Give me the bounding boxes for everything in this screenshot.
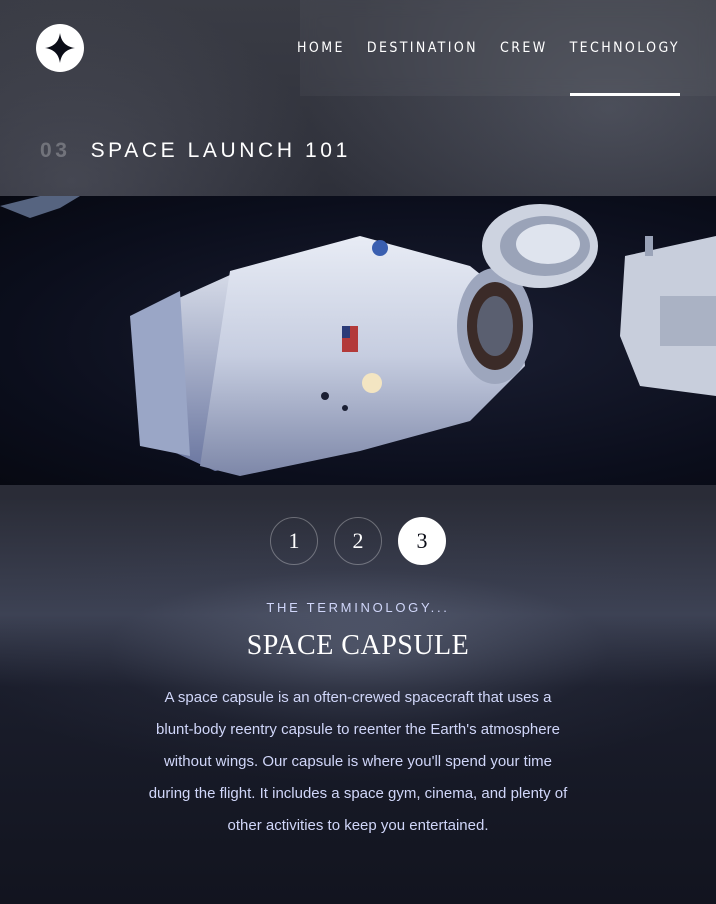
nav-destination[interactable]: DESTINATION <box>367 0 478 96</box>
step-selector: 1 2 3 <box>0 517 716 565</box>
star-icon <box>45 33 75 63</box>
nav-home[interactable]: HOME <box>297 0 345 96</box>
step-button-1[interactable]: 1 <box>270 517 318 565</box>
primary-nav: HOME DESTINATION CREW TECHNOLOGY <box>297 0 681 96</box>
page-number: 03 <box>40 139 71 162</box>
nav-crew[interactable]: CREW <box>500 0 548 96</box>
page-title: SPACE LAUNCH 101 <box>90 139 351 162</box>
capsule-illustration <box>0 196 716 476</box>
space-capsule-image <box>0 196 716 485</box>
logo[interactable] <box>36 24 84 72</box>
step-button-3[interactable]: 3 <box>398 517 446 565</box>
terminology-eyebrow: THE TERMINOLOGY... <box>266 600 450 615</box>
technology-description: A space capsule is an often-crewed space… <box>148 689 568 834</box>
technology-name: SPACE CAPSULE <box>246 630 470 661</box>
step-button-2[interactable]: 2 <box>334 517 382 565</box>
nav-technology[interactable]: TECHNOLOGY <box>569 0 681 96</box>
page-heading: 03 SPACE LAUNCH 101 <box>40 139 351 163</box>
